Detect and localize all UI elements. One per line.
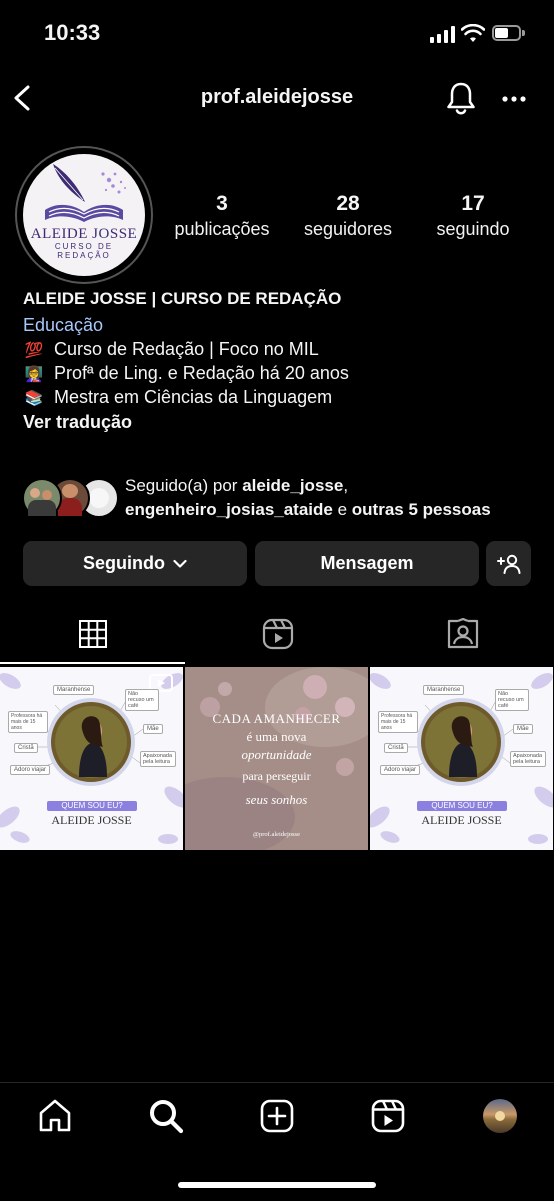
tab-reels[interactable] — [185, 606, 370, 662]
bio-emoji: 💯 — [24, 342, 44, 359]
followed-by-user[interactable]: aleide_josse — [242, 476, 343, 495]
profile-category: Educação — [23, 315, 104, 335]
nav-create[interactable] — [257, 1096, 297, 1136]
tagged-icon — [447, 618, 478, 649]
nav-profile[interactable] — [480, 1096, 520, 1136]
tab-posts-grid[interactable] — [0, 606, 185, 662]
post-tag: Maranhense — [423, 685, 465, 695]
see-translation-link[interactable]: Ver tradução — [23, 410, 132, 434]
post-banner: QUEM SOU EU? — [47, 801, 137, 811]
post-tag: Mãe — [143, 724, 163, 734]
quote-line-2: é uma nova — [246, 729, 307, 744]
stat-following[interactable]: 17 seguindo — [408, 190, 538, 240]
bio-text: Profª de Ling. e Redação há 20 anos — [54, 363, 349, 383]
bio-emoji: 👩‍🏫 — [24, 366, 44, 383]
nav-search[interactable] — [146, 1096, 186, 1136]
followed-by-user[interactable]: engenheiro_josias_ataide — [125, 500, 333, 519]
wifi-icon — [461, 24, 485, 42]
stat-followers-label: seguidores — [303, 219, 393, 239]
bell-icon[interactable] — [445, 81, 477, 115]
post-tag: Maranhense — [53, 685, 95, 695]
followed-by-text[interactable]: Seguido(a) por aleide_josse, engenheiro_… — [125, 474, 491, 522]
post-tag: Apaixonada pela leitura — [140, 751, 176, 767]
quote-line-1: CADA AMANHECER — [212, 711, 341, 726]
quote-line-3: oportunidade — [241, 747, 312, 762]
stat-following-label: seguindo — [436, 219, 510, 239]
post-thumbnail[interactable]: Maranhense Não recuso um café Professora… — [0, 667, 183, 850]
stat-posts[interactable]: 3 publicações — [157, 190, 287, 240]
home-indicator — [178, 1182, 376, 1188]
followed-by-conjunction: e — [332, 500, 352, 519]
quote-line-4: para perseguir — [242, 769, 311, 783]
stat-posts-value: 3 — [216, 192, 228, 215]
post-tag: Não recuso um café — [495, 689, 529, 711]
logo-subtitle-2: REDAÇÃO — [57, 251, 111, 260]
logo-subtitle-1: CURSO DE — [54, 242, 114, 251]
more-icon[interactable] — [502, 96, 526, 102]
stat-following-value: 17 — [461, 192, 485, 215]
tab-tagged[interactable] — [370, 606, 554, 662]
post-tag: Apaixonada pela leitura — [510, 751, 546, 767]
stat-followers[interactable]: 28 seguidores — [283, 190, 413, 240]
post-name: ALEIDE JOSSE — [421, 813, 502, 827]
stat-followers-value: 28 — [336, 192, 360, 215]
grid-icon — [78, 620, 107, 648]
message-button[interactable]: Mensagem — [255, 541, 479, 586]
add-person-icon — [496, 554, 520, 574]
post-handle: @prof.aleidejosse — [253, 831, 300, 838]
profile-avatar[interactable]: ALEIDE JOSSE CURSO DE REDAÇÃO — [23, 154, 145, 276]
nav-reels[interactable] — [368, 1096, 408, 1136]
reels-nav-icon — [371, 1099, 405, 1133]
reels-icon — [262, 618, 293, 650]
logo-title: ALEIDE JOSSE — [30, 226, 138, 242]
post-tag: Mãe — [513, 724, 533, 734]
bio-text: Mestra em Ciências da Linguagem — [54, 387, 333, 407]
create-icon — [260, 1099, 294, 1133]
signal-icon — [430, 26, 456, 43]
post-tag: Adoro viajar — [380, 765, 421, 775]
post-name: ALEIDE JOSSE — [51, 813, 132, 827]
quote-line-5: seus sonhos — [245, 792, 308, 807]
bio-text: Curso de Redação | Foco no MIL — [54, 339, 319, 359]
followed-by-others[interactable]: outras 5 pessoas — [352, 500, 491, 519]
stat-posts-label: publicações — [174, 219, 270, 239]
followed-by-separator: , — [343, 476, 349, 495]
bio-emoji: 📚 — [24, 390, 44, 407]
following-button-label: Seguindo — [83, 553, 165, 573]
search-icon — [150, 1100, 184, 1134]
chevron-down-icon — [173, 559, 187, 568]
profile-display-name: ALEIDE JOSSE | CURSO DE REDAÇÃO — [23, 289, 342, 308]
post-tag: Cristã — [14, 743, 38, 753]
post-banner: QUEM SOU EU? — [417, 801, 507, 811]
follower-avatar[interactable] — [22, 478, 62, 518]
post-tag: Cristã — [384, 743, 408, 753]
post-tag: Professora há mais de 15 anos — [8, 711, 48, 733]
suggest-people-button[interactable] — [486, 541, 531, 586]
bio-line: 💯 Curso de Redação | Foco no MIL — [23, 337, 319, 363]
post-tag: Não recuso um café — [125, 689, 159, 711]
bio-line: 👩‍🏫 Profª de Ling. e Redação há 20 anos — [23, 361, 349, 387]
post-tag: Adoro viajar — [10, 765, 51, 775]
post-tag: Professora há mais de 15 anos — [378, 711, 418, 733]
nav-home[interactable] — [35, 1096, 75, 1136]
followed-by-prefix: Seguido(a) por — [125, 476, 243, 495]
status-time: 10:33 — [44, 20, 101, 45]
message-button-label: Mensagem — [320, 553, 414, 573]
post-thumbnail[interactable]: Maranhense Não recuso um café Professora… — [370, 667, 553, 850]
bio-line: 📚 Mestra em Ciências da Linguagem — [23, 385, 332, 411]
tab-active-indicator — [0, 662, 185, 664]
battery-icon — [492, 25, 526, 43]
following-button[interactable]: Seguindo — [23, 541, 247, 586]
post-thumbnail[interactable]: CADA AMANHECER é uma nova oportunidade p… — [185, 667, 368, 850]
home-icon — [39, 1099, 71, 1132]
profile-nav-avatar — [483, 1099, 517, 1133]
